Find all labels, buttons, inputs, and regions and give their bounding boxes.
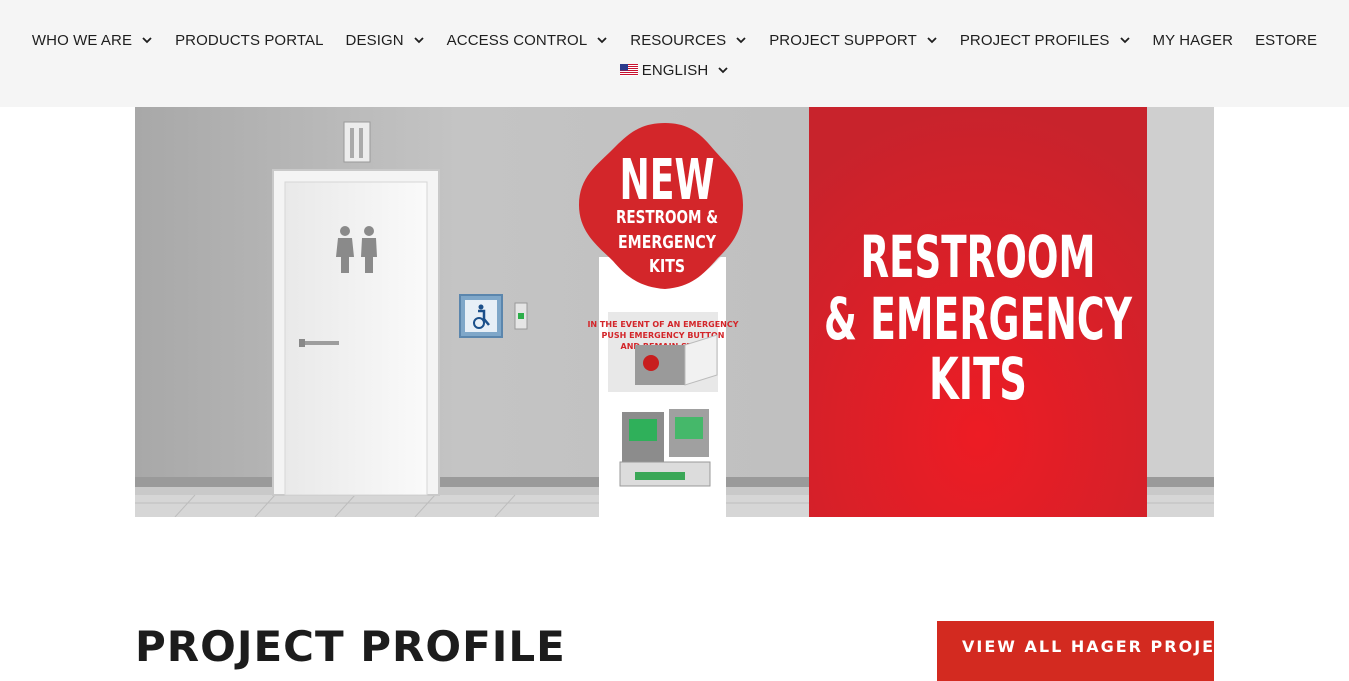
nav-design[interactable]: DESIGN <box>346 32 425 49</box>
language-row: ENGLISH <box>0 60 1349 80</box>
chevron-down-icon <box>597 37 607 44</box>
language-selector[interactable]: ENGLISH <box>619 61 730 79</box>
chevron-down-icon <box>142 37 152 44</box>
page-title: PROJECT PROFILE <box>135 622 566 671</box>
chevron-down-icon <box>718 67 728 74</box>
nav-access-control[interactable]: ACCESS CONTROL <box>447 32 609 49</box>
headline-line1: RESTROOM <box>861 223 1096 291</box>
nav-estore[interactable]: ESTORE <box>1255 32 1317 49</box>
top-navigation: WHO WE ARE PRODUCTS PORTAL DESIGN ACCESS… <box>0 0 1349 107</box>
nav-label: DESIGN <box>345 31 404 49</box>
view-all-projects-button[interactable]: VIEW ALL HAGER PROJECTS <box>937 621 1253 681</box>
nav-label: ACCESS CONTROL <box>446 31 588 49</box>
sign-text-line1: IN THE EVENT OF AN EMERGENCY <box>587 320 738 329</box>
nav-label: RESOURCES <box>630 31 727 49</box>
nav-project-profiles[interactable]: PROJECT PROFILES <box>960 32 1131 49</box>
us-flag-icon <box>619 64 638 76</box>
nav-label: MY HAGER <box>1152 31 1234 49</box>
nav-who-we-are[interactable]: WHO WE ARE <box>32 32 153 49</box>
restroom-kits-banner-image: IN THE EVENT OF AN EMERGENCY PUSH EMERGE… <box>135 107 1214 517</box>
badge-line3: EMERGENCY <box>618 232 717 253</box>
chevron-down-icon <box>736 37 746 44</box>
badge-line4: KITS <box>649 256 685 277</box>
nav-resources[interactable]: RESOURCES <box>630 32 747 49</box>
hero-banner[interactable]: IN THE EVENT OF AN EMERGENCY PUSH EMERGE… <box>135 107 1214 517</box>
headline-line3: KITS <box>929 345 1027 413</box>
language-label: ENGLISH <box>641 61 709 79</box>
badge-line2: RESTROOM & <box>616 207 718 228</box>
chevron-down-icon <box>414 37 424 44</box>
nav-products-portal[interactable]: PRODUCTS PORTAL <box>175 32 323 49</box>
chevron-down-icon <box>927 37 937 44</box>
nav-project-support[interactable]: PROJECT SUPPORT <box>769 32 938 49</box>
badge-new: NEW <box>620 148 715 213</box>
nav-label: PRODUCTS PORTAL <box>175 31 324 49</box>
nav-label: WHO WE ARE <box>31 31 133 49</box>
nav-my-hager[interactable]: MY HAGER <box>1153 32 1234 49</box>
nav-label: PROJECT PROFILES <box>959 31 1110 49</box>
nav-label: ESTORE <box>1255 31 1318 49</box>
main-menu: WHO WE ARE PRODUCTS PORTAL DESIGN ACCESS… <box>0 30 1349 50</box>
chevron-down-icon <box>1119 37 1130 44</box>
headline-line2: & EMERGENCY <box>824 285 1133 353</box>
nav-label: PROJECT SUPPORT <box>769 31 917 49</box>
